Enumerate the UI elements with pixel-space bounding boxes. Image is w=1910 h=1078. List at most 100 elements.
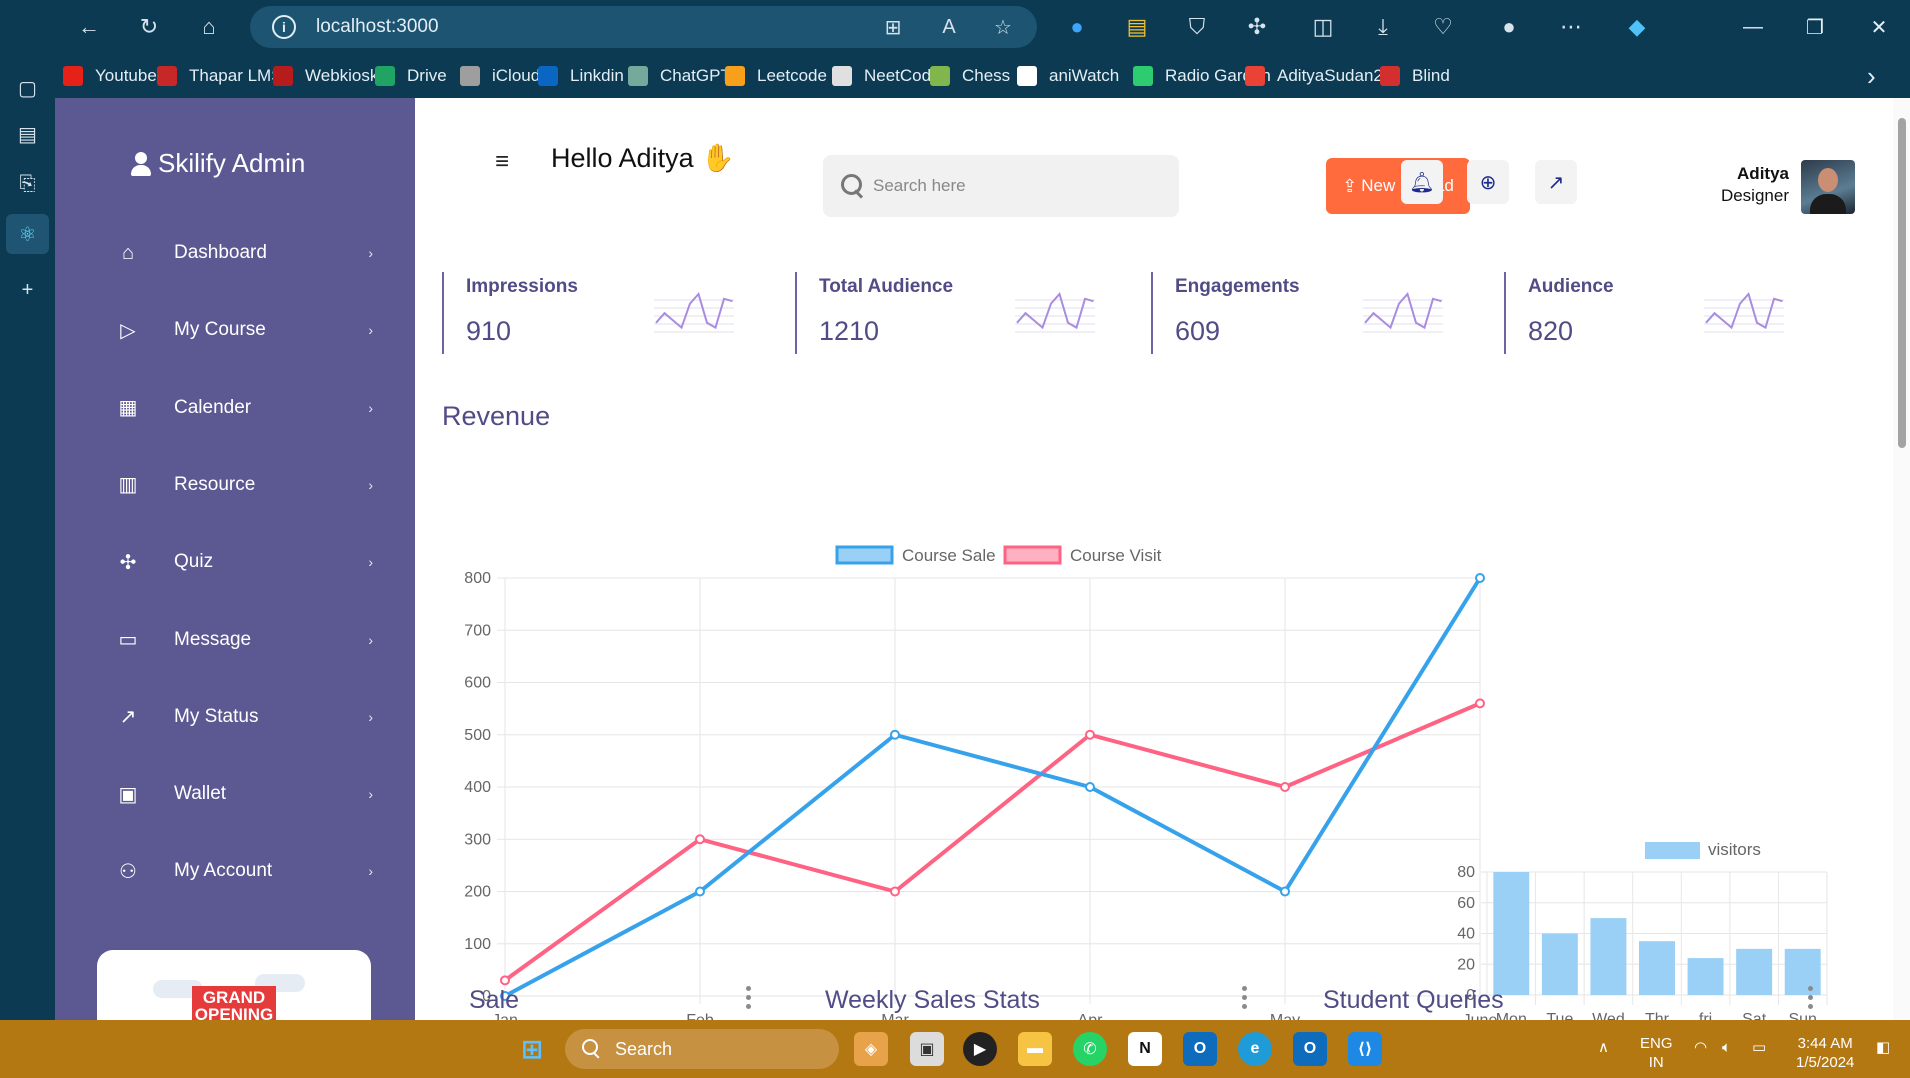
sidebar-item-dashboard[interactable]: ⌂ Dashboard › [115, 228, 375, 278]
new-upload-button[interactable]: ⇪ New Upload [1326, 158, 1470, 214]
bookmark-item[interactable]: NeetCode [832, 62, 941, 90]
show-hidden-icons[interactable]: ∧ [1598, 1038, 1609, 1057]
promo-card[interactable]: GRAND OPENING [97, 950, 371, 1020]
refresh-icon[interactable]: ↻ [130, 8, 168, 46]
bar[interactable] [1639, 941, 1675, 995]
downloads-icon[interactable]: ⤓ [1364, 8, 1402, 46]
vertical-tab-1-icon[interactable]: ▤ [6, 114, 49, 154]
bookmark-item[interactable]: AdityaSudan21 [1245, 62, 1392, 90]
brand[interactable]: Skilify Admin [130, 148, 305, 179]
legend-item[interactable]: visitors [1645, 840, 1761, 859]
bookmark-item[interactable]: Chess [930, 62, 1010, 90]
extension-shield-icon[interactable]: ⛉ [1178, 8, 1216, 46]
sidebar-item-message[interactable]: ▭ Message › [115, 615, 375, 665]
trending-icon[interactable]: ↗ [1535, 160, 1577, 204]
sidebar-item-my-status[interactable]: ↗ My Status › [115, 692, 375, 742]
new-outlook-icon[interactable]: O [1293, 1032, 1327, 1066]
sidebar-item-calender[interactable]: ▦ Calender › [115, 383, 375, 433]
legend-item[interactable]: Course Sale [835, 545, 996, 565]
bar[interactable] [1687, 958, 1724, 995]
clock[interactable]: 3:44 AM 1/5/2024 [1796, 1034, 1854, 1072]
notion-icon[interactable]: N [1128, 1032, 1162, 1066]
apps-icon[interactable]: ⊞ [880, 14, 906, 40]
data-point[interactable] [1280, 886, 1290, 897]
windows-start-icon[interactable]: ⊞ [515, 1032, 549, 1066]
data-point[interactable] [1085, 782, 1095, 792]
home-browser-icon[interactable]: ⌂ [190, 8, 228, 46]
bar[interactable] [1736, 948, 1773, 995]
data-point[interactable] [1475, 573, 1485, 583]
address-bar[interactable]: i localhost:3000 ⊞ A ☆ [250, 6, 1037, 48]
data-point[interactable] [695, 886, 705, 897]
copilot-icon[interactable]: ◆ [1618, 8, 1656, 46]
read-aloud-icon[interactable]: A [936, 14, 962, 40]
bookmark-item[interactable]: Youtube [63, 62, 157, 90]
language-indicator[interactable]: ENG IN [1640, 1034, 1673, 1072]
site-info-icon[interactable]: i [272, 15, 296, 39]
outlook-icon[interactable]: O [1183, 1032, 1217, 1066]
more-vert-icon[interactable] [745, 986, 753, 1016]
close-icon[interactable]: ✕ [1856, 8, 1902, 46]
taskbar-search[interactable]: Search [565, 1029, 839, 1069]
avatar[interactable] [1801, 160, 1855, 214]
data-point[interactable] [890, 729, 900, 740]
data-point[interactable] [1085, 729, 1095, 740]
task-view-icon[interactable]: ▣ [910, 1032, 944, 1066]
volume-icon[interactable]: 🔈︎ [1722, 1038, 1731, 1057]
scrollbar-thumb[interactable] [1898, 118, 1906, 448]
battery-icon[interactable]: ▭ [1752, 1038, 1766, 1057]
bookmark-item[interactable]: ChatGPT [628, 62, 731, 90]
copilot-pre-icon[interactable]: ◈ [854, 1032, 888, 1066]
extension-notes-icon[interactable]: ▤ [1118, 8, 1156, 46]
search-input[interactable] [873, 176, 1153, 196]
more-vert-icon[interactable] [1807, 986, 1815, 1016]
bookmark-item[interactable]: iCloud [460, 62, 540, 90]
edge-icon[interactable]: e [1238, 1032, 1272, 1066]
data-point[interactable] [1475, 698, 1485, 709]
bookmark-item[interactable]: Webkiosk [273, 62, 378, 90]
vscode-icon[interactable]: ⟨⟩ [1348, 1032, 1382, 1066]
add-message-icon[interactable]: ⊕ [1467, 160, 1509, 204]
legend-item[interactable]: Course Visit [1003, 545, 1162, 565]
bookmark-item[interactable]: Drive [375, 62, 447, 90]
notification-bell-icon[interactable]: 🔔︎ [1401, 160, 1443, 204]
bookmark-item[interactable]: aniWatch [1017, 62, 1119, 90]
sidebar-item-my-course[interactable]: ▷ My Course › [115, 305, 375, 355]
bar[interactable] [1590, 918, 1627, 995]
sidebar-item-wallet[interactable]: ▣ Wallet › [115, 769, 375, 819]
split-screen-icon[interactable]: ◫ [1304, 8, 1342, 46]
bar[interactable] [1541, 933, 1578, 996]
sidebar-item-quiz[interactable]: ✣ Quiz › [115, 537, 375, 587]
data-point[interactable] [1280, 782, 1290, 792]
data-point[interactable] [500, 975, 510, 986]
search-box[interactable] [823, 155, 1179, 217]
back-icon[interactable]: ← [70, 8, 108, 46]
data-point[interactable] [695, 834, 705, 845]
bar[interactable] [1784, 948, 1821, 995]
minimize-icon[interactable]: — [1730, 8, 1776, 46]
profile-avatar-icon[interactable]: ● [1490, 8, 1528, 46]
bookmark-item[interactable]: Thapar LMS [157, 62, 283, 90]
notification-center-icon[interactable]: ◧ [1876, 1038, 1890, 1057]
media-player-icon[interactable]: ▶ [963, 1032, 997, 1066]
menu-icon[interactable]: ≡ [495, 148, 509, 176]
extensions-puzzle-icon[interactable]: ✣ [1238, 8, 1276, 46]
react-tab-icon[interactable]: ⚛ [6, 214, 49, 254]
bar[interactable] [1493, 872, 1530, 995]
file-explorer-icon[interactable]: ▬ [1018, 1032, 1052, 1066]
browser-essentials-icon[interactable]: ♡ [1424, 8, 1462, 46]
vertical-tab-2-icon[interactable]: ⎘ [6, 164, 49, 204]
restore-icon[interactable]: ❐ [1792, 8, 1838, 46]
tab-actions-icon[interactable]: ▢ [6, 68, 49, 108]
bookmark-item[interactable]: Leetcode [725, 62, 827, 90]
extension-check-icon[interactable]: ● [1058, 8, 1096, 46]
sidebar-item-my-account[interactable]: ⚇ My Account › [115, 846, 375, 896]
wifi-icon[interactable]: ◠ [1694, 1038, 1707, 1057]
bookmarks-more-icon[interactable]: › [1867, 61, 1876, 91]
data-point[interactable] [890, 886, 900, 897]
more-options-icon[interactable]: ⋯ [1552, 8, 1590, 46]
sidebar-item-resource[interactable]: ▥ Resource › [115, 460, 375, 510]
user-info[interactable]: Aditya Designer [1701, 163, 1789, 207]
bookmark-item[interactable]: Blind [1380, 62, 1450, 90]
favorite-star-icon[interactable]: ☆ [990, 14, 1016, 40]
